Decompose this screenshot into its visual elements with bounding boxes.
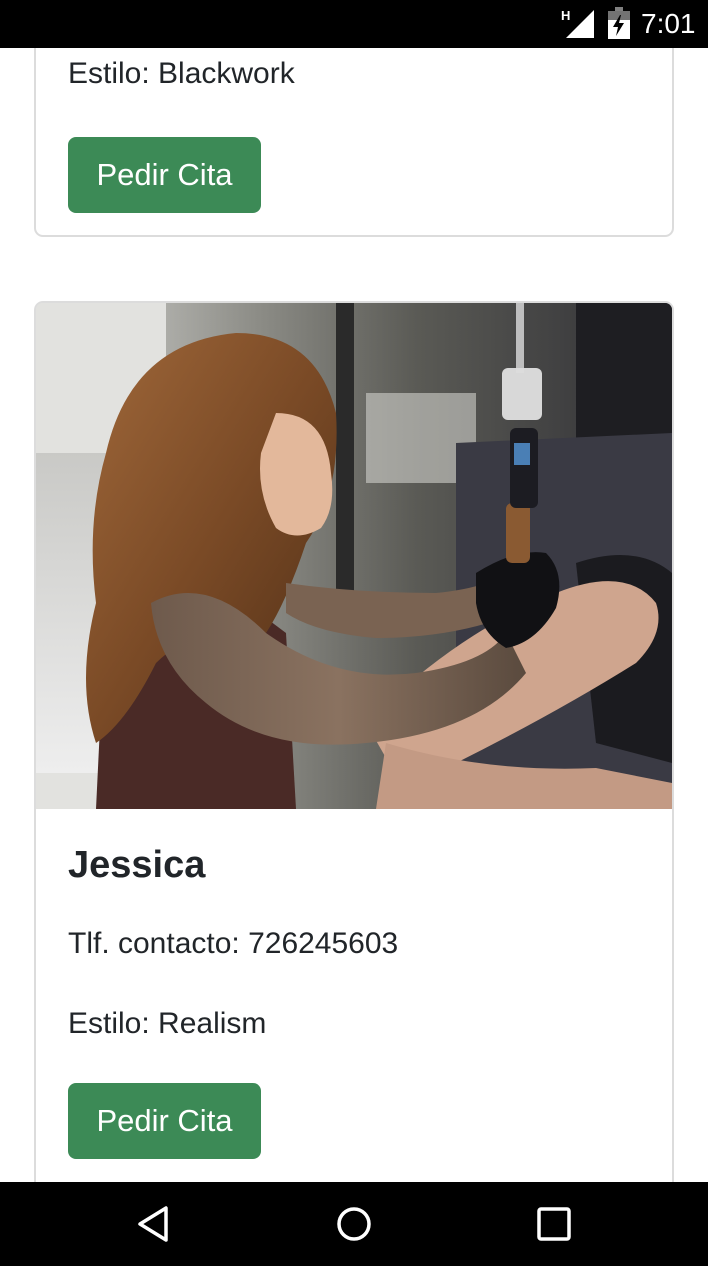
back-icon <box>138 1206 168 1242</box>
recents-icon <box>537 1207 571 1241</box>
battery-charging-icon <box>608 7 630 39</box>
artist-list[interactable]: Estilo: Blackwork Pedir Cita Jessica Tlf… <box>0 48 708 1182</box>
artist-style: Estilo: Blackwork <box>68 57 295 90</box>
artist-phone: Tlf. contacto: 726245603 <box>68 927 399 960</box>
back-button[interactable] <box>132 1202 176 1246</box>
artist-card: Estilo: Blackwork Pedir Cita <box>34 48 674 237</box>
status-bar: H 7:01 <box>0 0 708 48</box>
clock: 7:01 <box>641 8 696 39</box>
artist-name: Jessica <box>68 844 206 886</box>
book-appointment-button[interactable]: Pedir Cita <box>68 137 261 213</box>
recents-button[interactable] <box>532 1202 576 1246</box>
home-button[interactable] <box>332 1202 376 1246</box>
artist-card: Jessica Tlf. contacto: 726245603 Estilo:… <box>34 301 674 1182</box>
network-type-label: H <box>561 8 570 23</box>
signal-icon: H <box>561 8 594 38</box>
artist-style: Estilo: Realism <box>68 1007 267 1040</box>
tattoo-artist-photo <box>36 303 672 809</box>
home-icon <box>337 1207 371 1241</box>
book-appointment-button[interactable]: Pedir Cita <box>68 1083 261 1159</box>
navigation-bar <box>0 1182 708 1266</box>
